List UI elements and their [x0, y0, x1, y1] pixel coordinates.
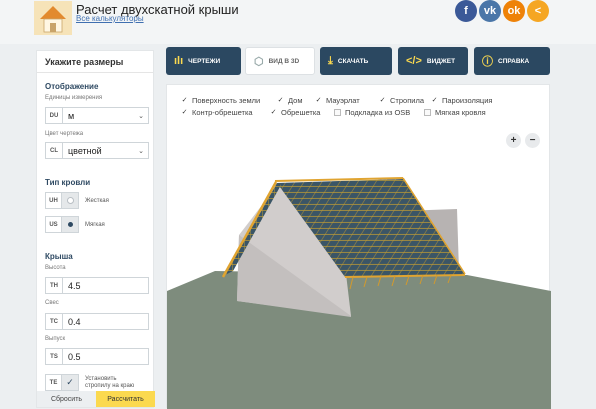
ok-icon[interactable]: ok	[503, 0, 525, 22]
tab-label: ЧЕРТЕЖИ	[188, 57, 221, 65]
checkmark-icon: ✓	[62, 374, 79, 391]
layer-label: Мауэрлат	[326, 95, 360, 105]
layer-batten-checkbox[interactable]: ✓ Обрешетка	[270, 107, 321, 117]
zoom-in-button[interactable]: +	[506, 133, 521, 148]
overhang-input[interactable]: TC 0.4	[45, 313, 149, 330]
sidebar-title: Укажите размеры	[37, 51, 153, 73]
layer-label: Контр-обрешетка	[192, 107, 253, 117]
checkmark-icon: ✓	[379, 97, 386, 104]
checkmark-icon: ✓	[181, 109, 188, 116]
house-logo-icon	[34, 1, 72, 35]
roof-hard-label: Жесткая	[85, 197, 109, 204]
reset-button[interactable]: Сбросить	[37, 391, 96, 407]
layer-label: Обрешетка	[281, 107, 321, 117]
roof-type-soft-radio[interactable]: US Мягкая	[45, 216, 105, 233]
layer-mauerlat-checkbox[interactable]: ✓ Мауэрлат	[315, 95, 360, 105]
units-code: DU	[46, 108, 63, 123]
tab-label: ВИДЖЕТ	[426, 57, 456, 65]
code-icon: </>	[406, 55, 422, 67]
zoom-out-button[interactable]: −	[525, 133, 540, 148]
roof-section-heading: Крыша	[45, 252, 73, 261]
outlet-code: TS	[46, 349, 63, 364]
outlet-input[interactable]: TS 0.5	[45, 348, 149, 365]
units-label: Единицы измерения	[45, 95, 103, 101]
height-code: TH	[46, 278, 63, 293]
layer-counter-batten-checkbox[interactable]: ✓ Контр-обрешетка	[181, 107, 253, 117]
chevron-down-icon: ⌄	[138, 147, 144, 155]
overhang-label: Свес	[45, 300, 59, 306]
layer-label: Мягкая кровля	[435, 107, 486, 117]
units-value: м	[68, 110, 75, 121]
checkmark-icon: ✓	[431, 97, 438, 104]
overhang-code: TC	[46, 314, 63, 329]
cube-icon: ⬡	[254, 55, 264, 68]
checkmark-icon: ✓	[277, 97, 284, 104]
units-select[interactable]: DU м ⌄	[45, 107, 149, 124]
tab-label: ВИД В 3D	[268, 57, 300, 65]
radio-on-indicator	[67, 222, 73, 227]
edge-rafter-checkbox[interactable]: TE ✓ Установить стропилу на краю	[45, 374, 143, 391]
radio-off-indicator	[66, 197, 74, 204]
tab-drawings[interactable]: ılı ЧЕРТЕЖИ	[166, 47, 241, 75]
layer-label: Подкладка из OSB	[345, 107, 411, 117]
layer-rafters-checkbox[interactable]: ✓ Стропила	[379, 95, 424, 105]
3d-viewport[interactable]: ✓ Поверхность земли ✓ Дом ✓ Мауэрлат ✓ Стропила…	[166, 84, 551, 409]
vk-icon[interactable]: vk	[479, 0, 501, 22]
chevron-down-icon: ⌄	[138, 112, 144, 120]
outlet-value: 0.5	[68, 351, 81, 362]
outlet-label: Выпуск	[45, 336, 66, 342]
tab-label: СКАЧАТЬ	[337, 57, 369, 65]
all-calculators-link[interactable]: Все калькуляторы	[76, 14, 144, 23]
layer-house-checkbox[interactable]: ✓ Дом	[277, 95, 303, 105]
layer-label: Пароизоляция	[442, 95, 493, 105]
facebook-icon[interactable]: f	[455, 0, 477, 22]
calculate-button[interactable]: Рассчитать	[96, 391, 155, 407]
color-select[interactable]: CL цветной ⌄	[45, 142, 149, 159]
roof-soft-label: Мягкая	[85, 221, 105, 228]
edge-label: Установить стропилу на краю	[85, 375, 135, 389]
roof-type-heading: Тип кровли	[45, 178, 91, 187]
sidebar-panel: Укажите размеры Отображение Единицы изме…	[36, 50, 155, 408]
app-header: Расчет двухскатной крыши Все калькулятор…	[0, 0, 596, 44]
tab-label: СПРАВКА	[498, 57, 530, 65]
layer-ground-checkbox[interactable]: ✓ Поверхность земли	[181, 95, 261, 105]
roof-hard-code: UH	[45, 192, 62, 209]
roof-type-hard-radio[interactable]: UH Жесткая	[45, 192, 109, 209]
share-icon[interactable]: <	[527, 0, 549, 22]
height-value: 4.5	[68, 280, 81, 291]
layer-label: Стропила	[390, 95, 424, 105]
tab-3d-view[interactable]: ⬡ ВИД В 3D	[245, 47, 315, 75]
ground-surface	[167, 271, 551, 409]
tab-widget[interactable]: </> ВИДЖЕТ	[398, 47, 468, 75]
overhang-value: 0.4	[68, 316, 81, 327]
layer-osb-underlay-checkbox[interactable]: Подкладка из OSB	[334, 107, 410, 117]
checkmark-icon: ✓	[270, 109, 277, 116]
house-3d-scene	[167, 177, 551, 409]
layer-label: Дом	[288, 95, 303, 105]
color-label: Цвет чертежа	[45, 131, 84, 137]
height-input[interactable]: TH 4.5	[45, 277, 149, 294]
checkmark-icon: ✓	[315, 97, 322, 104]
color-code: CL	[46, 143, 63, 158]
edge-code: TE	[45, 374, 62, 391]
empty-checkbox-icon	[334, 108, 341, 116]
layer-soft-roofing-checkbox[interactable]: Мягкая кровля	[424, 107, 486, 117]
action-buttons: Сбросить Рассчитать	[37, 391, 155, 407]
layer-label: Поверхность земли	[192, 95, 261, 105]
display-section-heading: Отображение	[45, 82, 99, 91]
info-icon: ⓘ	[482, 56, 493, 68]
layer-vapor-barrier-checkbox[interactable]: ✓ Пароизоляция	[431, 95, 493, 105]
tab-help[interactable]: ⓘ СПРАВКА	[474, 47, 550, 75]
empty-checkbox-icon	[424, 108, 431, 116]
checkmark-icon: ✓	[181, 97, 188, 104]
color-value: цветной	[68, 145, 102, 156]
roof-soft-code: US	[45, 216, 62, 233]
height-label: Высота	[45, 265, 66, 271]
tab-download[interactable]: ⤓ СКАЧАТЬ	[320, 47, 392, 75]
download-icon: ⤓	[328, 54, 333, 67]
chart-icon: ılı	[174, 55, 184, 67]
